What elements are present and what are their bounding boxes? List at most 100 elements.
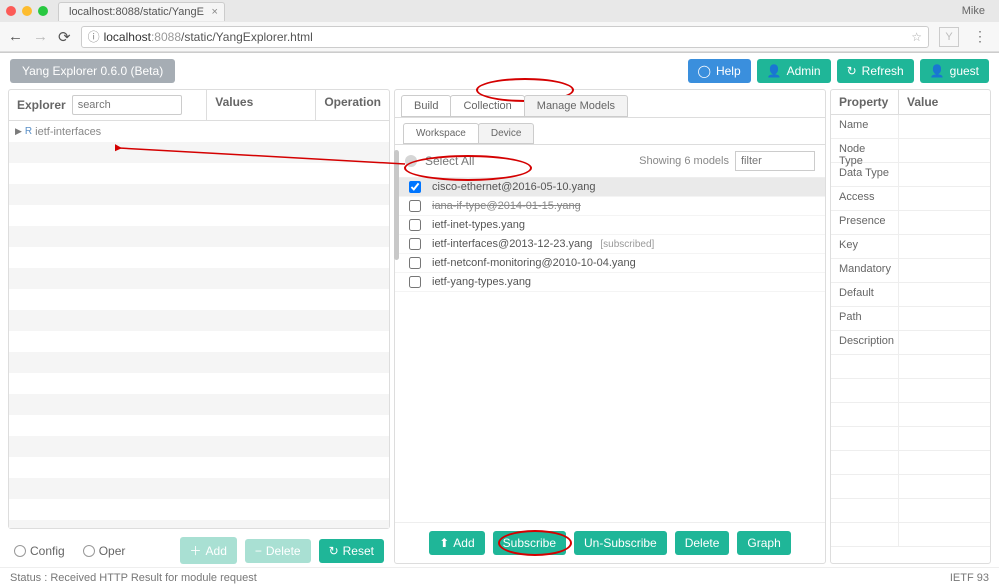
guest-button[interactable]: 👤guest [920, 59, 989, 83]
reload-icon[interactable]: ⟳ [58, 28, 71, 46]
search-input[interactable] [72, 95, 182, 115]
select-all-toggle[interactable] [405, 155, 417, 167]
model-actions: ⬆Add Subscribe Un-Subscribe Delete Graph [395, 522, 825, 563]
tab-collections[interactable]: Collection [450, 95, 524, 117]
subtab-workspace[interactable]: Workspace [403, 123, 479, 144]
oper-radio[interactable]: Oper [83, 544, 126, 558]
property-row-empty [831, 523, 990, 547]
help-button[interactable]: ◯Help [688, 59, 751, 83]
tab-manage-models[interactable]: Manage Models [524, 95, 628, 117]
model-checkbox[interactable] [409, 276, 421, 288]
property-row-empty [831, 499, 990, 523]
url-port: :8088 [151, 30, 181, 44]
center-subtabs: Workspace Device [395, 117, 825, 144]
explorer-footer: Config Oper ＋Add −Delete ↻Reset [8, 529, 390, 572]
property-row-empty [831, 451, 990, 475]
model-checkbox[interactable] [409, 200, 421, 212]
forward-icon: → [33, 28, 48, 45]
graph-button[interactable]: Graph [737, 531, 790, 555]
window-controls[interactable] [6, 6, 48, 16]
address-bar[interactable]: ⓘ localhost:8088/static/YangExplorer.htm… [81, 26, 929, 48]
property-row-empty [831, 379, 990, 403]
property-row-empty [831, 427, 990, 451]
model-checkbox[interactable] [409, 238, 421, 250]
property-row: Default [831, 283, 990, 307]
model-row[interactable]: ietf-inet-types.yang [395, 216, 825, 235]
zoom-window-icon[interactable] [38, 6, 48, 16]
scrollbar-thumb[interactable] [394, 150, 399, 260]
property-name: Node Type [831, 139, 899, 162]
tab-title: localhost:8088/static/YangE [69, 6, 204, 18]
close-window-icon[interactable] [6, 6, 16, 16]
operation-header: Operation [316, 90, 389, 120]
models-add-button[interactable]: ⬆Add [429, 531, 484, 555]
model-row[interactable]: ietf-interfaces@2013-12-23.yang[subscrib… [395, 235, 825, 254]
property-name: Key [831, 235, 899, 258]
model-row[interactable]: cisco-ethernet@2016-05-10.yang [395, 178, 825, 197]
model-checkbox[interactable] [409, 219, 421, 231]
subscribe-button[interactable]: Subscribe [493, 531, 566, 555]
center-tabs: Build Collection Manage Models [395, 90, 825, 117]
model-row[interactable]: iana-if-type@2014-01-15.yang [395, 197, 825, 216]
model-name: iana-if-type@2014-01-15.yang [432, 200, 581, 212]
model-checkbox[interactable] [409, 181, 421, 193]
property-row: Presence [831, 211, 990, 235]
refresh-button[interactable]: ↻Refresh [837, 59, 914, 83]
property-row: Node Type [831, 139, 990, 163]
model-list[interactable]: cisco-ethernet@2016-05-10.yang iana-if-ty… [395, 178, 825, 522]
property-row: Key [831, 235, 990, 259]
admin-label: Admin [787, 64, 821, 78]
property-name: Path [831, 307, 899, 330]
property-row: Data Type [831, 163, 990, 187]
url-host: localhost [104, 30, 151, 44]
config-radio[interactable]: Config [14, 544, 65, 558]
property-value [899, 163, 990, 186]
property-value [899, 115, 990, 138]
property-value [899, 283, 990, 306]
filter-input[interactable] [735, 151, 815, 171]
model-checkbox[interactable] [409, 257, 421, 269]
site-info-icon[interactable]: ⓘ [88, 28, 100, 45]
explorer-add-button[interactable]: ＋Add [180, 537, 237, 564]
extension-icon[interactable]: Y [939, 27, 959, 47]
models-panel: Build Collection Manage Models Workspace… [394, 89, 826, 564]
explorer-panel: Explorer Values Operation ▶ R ietf-inter… [8, 89, 390, 529]
minimize-window-icon[interactable] [22, 6, 32, 16]
explorer-delete-button[interactable]: −Delete [245, 539, 311, 563]
explorer-tree[interactable]: ▶ R ietf-interfaces [9, 121, 389, 528]
tab-build[interactable]: Build [401, 95, 451, 117]
delete-label: Delete [266, 544, 301, 558]
explorer-reset-button[interactable]: ↻Reset [319, 539, 384, 563]
property-name: Presence [831, 211, 899, 234]
reset-icon: ↻ [329, 544, 339, 558]
admin-button[interactable]: 👤Admin [757, 59, 831, 83]
browser-chrome: localhost:8088/static/YangE × Mike ← → ⟳… [0, 0, 999, 53]
models-delete-button[interactable]: Delete [675, 531, 730, 555]
model-row[interactable]: ietf-yang-types.yang [395, 273, 825, 292]
model-row[interactable]: ietf-netconf-monitoring@2010-10-04.yang [395, 254, 825, 273]
back-icon[interactable]: ← [8, 28, 23, 45]
select-all-label: Select All [425, 154, 474, 168]
property-row: Mandatory [831, 259, 990, 283]
browser-menu-icon[interactable]: ⋮ [969, 28, 991, 45]
models-add-label: Add [453, 536, 474, 550]
property-name: Data Type [831, 163, 899, 186]
subtab-device[interactable]: Device [478, 123, 535, 144]
property-row: Access [831, 187, 990, 211]
property-row-empty [831, 403, 990, 427]
tree-item[interactable]: ▶ R ietf-interfaces [9, 121, 389, 142]
unsubscribe-button[interactable]: Un-Subscribe [574, 531, 667, 555]
expand-icon[interactable]: ▶ [15, 126, 22, 137]
property-value [899, 307, 990, 330]
browser-tab[interactable]: localhost:8088/static/YangE × [58, 2, 225, 21]
property-name: Description [831, 331, 899, 354]
refresh-label: Refresh [862, 64, 904, 78]
bookmark-icon[interactable]: ☆ [911, 30, 922, 44]
model-name: ietf-netconf-monitoring@2010-10-04.yang [432, 257, 636, 269]
oper-label: Oper [99, 544, 126, 558]
property-rows: NameNode TypeData TypeAccessPresenceKeyM… [831, 115, 990, 547]
close-tab-icon[interactable]: × [212, 6, 218, 18]
property-value [899, 331, 990, 354]
add-label: Add [206, 544, 227, 558]
profile-name[interactable]: Mike [962, 5, 993, 17]
